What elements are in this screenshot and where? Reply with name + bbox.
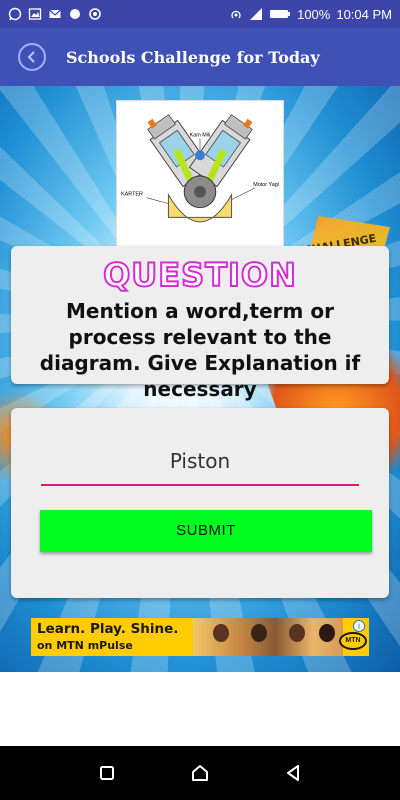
engine-diagram: Kam Mili KARTER Motor Yagi [121,114,279,223]
status-bar: 100% 10:04 PM [0,0,400,28]
page-title: Schools Challenge for Today [66,47,320,67]
back-icon[interactable] [281,761,305,785]
ad-banner[interactable]: Learn. Play. Shine. on MTN mPulse MTN i [31,618,369,656]
back-arrow-icon[interactable] [18,43,46,71]
system-nav-bar [0,746,400,800]
answer-input[interactable]: Piston [41,446,359,486]
ad-person [289,624,305,642]
info-icon[interactable]: i [353,620,365,632]
engine-diagram-image: Kam Mili KARTER Motor Yagi [116,100,284,250]
whatsapp-icon [8,7,22,21]
answer-card: Piston SUBMIT [11,408,389,598]
ad-person [251,624,267,642]
question-heading: QUESTION [102,255,297,295]
notification-icons [8,7,102,21]
home-icon[interactable] [188,761,212,785]
mtn-logo: MTN [339,632,367,650]
battery-icon [270,10,291,18]
app-bar: Schools Challenge for Today [0,28,400,86]
hotspot-icon [231,10,241,19]
ad-person [319,624,335,642]
question-text: Mention a word,term or process relevant … [39,299,361,401]
battery-percent: 100% [297,6,331,22]
ad-person [213,624,229,642]
diagram-label-left: KARTER [121,192,143,198]
submit-button[interactable]: SUBMIT [40,510,372,552]
circle-icon [70,9,80,19]
mail-icon [49,9,61,18]
recent-apps-icon[interactable] [95,761,119,785]
ad-headline: Learn. Play. Shine. [37,621,179,637]
settings-icon [89,8,101,20]
ad-subline: on MTN mPulse [37,639,133,652]
diagram-label-right: Motor Yagi [253,182,279,188]
diagram-label-top: Kam Mili [190,133,211,139]
question-card: QUESTION Mention a word,term or process … [11,246,389,401]
signal-icon [250,8,263,20]
clock: 10:04 PM [336,6,392,22]
image-icon [28,8,42,20]
ad-photo [193,618,343,656]
